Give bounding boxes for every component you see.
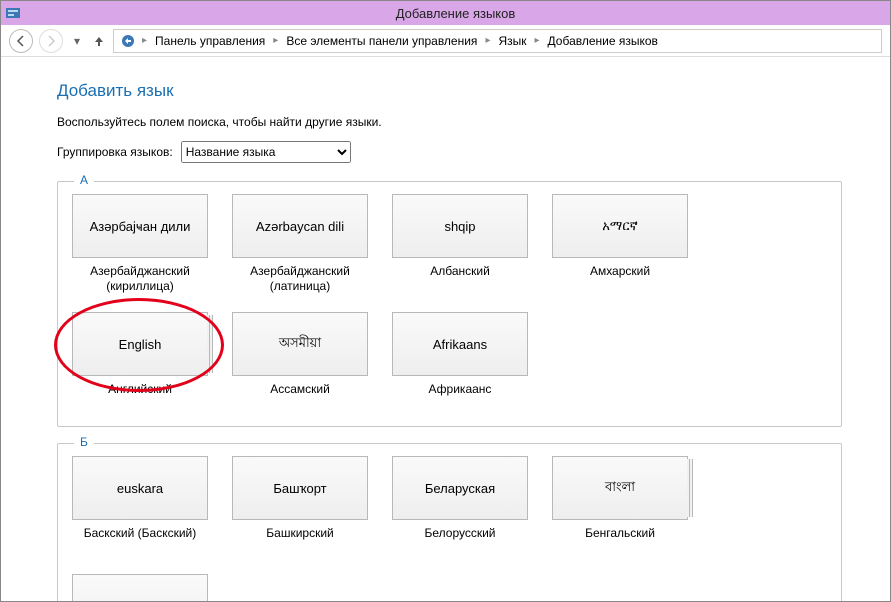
language-caption: Белорусский <box>424 526 495 556</box>
language-caption: Английский <box>108 382 172 412</box>
language-caption: Азербайджанский (кириллица) <box>72 264 208 294</box>
language-caption: Азербайджанский (латиница) <box>232 264 368 294</box>
breadcrumb-item[interactable]: Все элементы панели управления <box>284 34 479 48</box>
breadcrumb-icon <box>120 33 136 49</box>
language-tile[interactable]: Беларуская <box>392 456 528 520</box>
grouping-label: Группировка языков: <box>57 145 173 159</box>
tiles-row: Азәрбајҹан дили Азербайджанский (кириллиц… <box>72 194 827 412</box>
language-caption: Албанский <box>430 264 490 294</box>
language-tile-wrap: българскиБолгарский <box>72 574 208 601</box>
page-heading: Добавить язык <box>57 81 842 101</box>
forward-button[interactable] <box>39 29 63 53</box>
language-tile-wrap: Башҡорт Башкирский <box>232 456 368 556</box>
hint-text: Воспользуйтесь полем поиска, чтобы найти… <box>57 115 842 129</box>
language-tile[interactable]: অসমীয়া <box>232 312 368 376</box>
language-caption: Амхарский <box>590 264 650 294</box>
language-tile[interactable]: English <box>72 312 208 376</box>
language-caption: Африкаанс <box>429 382 492 412</box>
language-tile-wrap: euskara Баскский (Баскский) <box>72 456 208 556</box>
grouping-row: Группировка языков: Название языка <box>57 141 842 163</box>
language-tile-wrap: অসমীয়া Ассамский <box>232 312 368 412</box>
language-tile-wrap: English Английский <box>72 312 208 412</box>
language-caption: Башкирский <box>266 526 333 556</box>
history-dropdown[interactable]: ▾ <box>69 29 85 53</box>
language-tile-wrap: Azərbaycan dili Азербайджанский (латиница… <box>232 194 368 294</box>
chevron-right-icon: ▸ <box>140 35 149 46</box>
language-tile[interactable]: አማርኛ <box>552 194 688 258</box>
language-caption: Бенгальский <box>585 526 655 556</box>
titlebar: Добавление языков <box>1 1 890 25</box>
language-tile-wrap: Беларуская Белорусский <box>392 456 528 556</box>
back-button[interactable] <box>9 29 33 53</box>
language-tile[interactable]: Башҡорт <box>232 456 368 520</box>
chevron-right-icon: ▸ <box>271 35 280 46</box>
tiles-row: euskara Баскский (Баскский) Башҡорт Башкирс… <box>72 456 827 601</box>
group-letter: А <box>74 173 94 187</box>
breadcrumb-item[interactable]: Добавление языков <box>546 34 660 48</box>
language-tile-wrap: shqip Албанский <box>392 194 528 294</box>
language-tile-wrap: Afrikaans Африкаанс <box>392 312 528 412</box>
grouping-select[interactable]: Название языка <box>181 141 351 163</box>
breadcrumb[interactable]: ▸ Панель управления ▸ Все элементы панел… <box>113 29 882 53</box>
language-tile-wrap: አማርኛ Амхарский <box>552 194 688 294</box>
chevron-right-icon: ▸ <box>483 35 492 46</box>
navbar: ▾ ▸ Панель управления ▸ Все элементы пан… <box>1 25 890 57</box>
language-group: ААзәрбајҹан дилиАзербайджанский (кирилли… <box>57 181 842 427</box>
language-group: БeuskaraБаскский (Баскский)БашҡортБашкир… <box>57 443 842 601</box>
chevron-right-icon: ▸ <box>533 35 542 46</box>
breadcrumb-item[interactable]: Панель управления <box>153 34 267 48</box>
group-letter: Б <box>74 435 94 449</box>
app-icon <box>5 5 21 21</box>
up-button[interactable] <box>91 29 107 53</box>
window-title: Добавление языков <box>25 6 886 21</box>
language-tile[interactable]: Afrikaans <box>392 312 528 376</box>
breadcrumb-item[interactable]: Язык <box>496 34 528 48</box>
language-tile-wrap: Азәрбајҹан дили Азербайджанский (кириллиц… <box>72 194 208 294</box>
language-tile[interactable]: Azərbaycan dili <box>232 194 368 258</box>
language-caption: Ассамский <box>270 382 330 412</box>
content-area: Добавить язык Воспользуйтесь полем поиск… <box>1 57 890 601</box>
language-tile[interactable]: বাংলা <box>552 456 688 520</box>
language-tile[interactable]: euskara <box>72 456 208 520</box>
language-tile[interactable]: Азәрбајҹан дили <box>72 194 208 258</box>
language-tile-wrap: বাংলা Бенгальский <box>552 456 688 556</box>
language-caption: Баскский (Баскский) <box>84 526 197 556</box>
language-tile[interactable]: shqip <box>392 194 528 258</box>
language-tile[interactable]: български <box>72 574 208 601</box>
